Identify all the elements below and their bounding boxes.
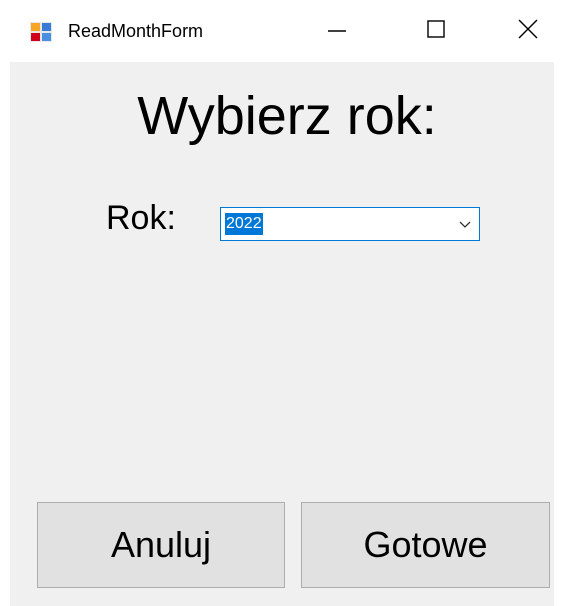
minimize-icon [327, 19, 347, 44]
form-heading: Wybierz rok: [137, 86, 437, 146]
close-icon [517, 18, 539, 45]
cancel-button[interactable]: Anuluj [37, 502, 285, 588]
maximize-button[interactable] [401, 0, 471, 62]
year-select-value: 2022 [225, 213, 263, 235]
app-form-icon [30, 22, 52, 42]
maximize-icon [426, 19, 446, 44]
form-client-area: Wybierz rok: Rok: 2022 Anuluj Gotowe [10, 62, 554, 606]
close-button[interactable] [493, 0, 563, 62]
done-button[interactable]: Gotowe [301, 502, 550, 588]
title-bar[interactable]: ReadMonthForm [0, 0, 563, 62]
minimize-button[interactable] [302, 0, 372, 62]
app-window: ReadMonthForm Wybierz rok: Rok: 2022 Anu [0, 0, 563, 606]
year-select[interactable]: 2022 [220, 207, 480, 241]
year-label: Rok: [106, 199, 176, 237]
window-title: ReadMonthForm [68, 21, 204, 41]
chevron-down-icon[interactable] [457, 216, 473, 232]
